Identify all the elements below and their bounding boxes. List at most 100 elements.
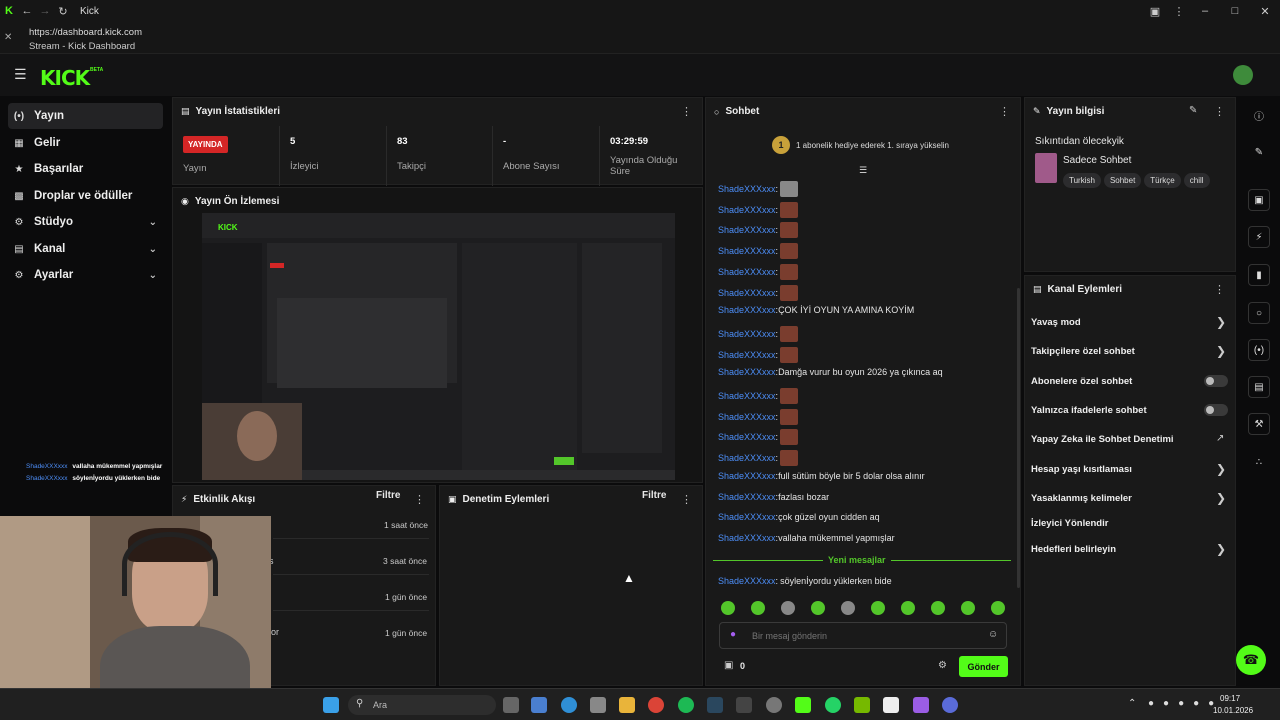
sidebar-item-droplar[interactable]: ▩ Droplar ve ödüller xyxy=(8,183,163,209)
emote-button[interactable] xyxy=(841,601,855,615)
tray-chevron-icon[interactable]: ⌃ xyxy=(1128,698,1136,709)
sidebar-item-basarilar[interactable]: ★ Başarılar xyxy=(8,156,163,182)
chat-username[interactable]: ShadeXXXxxx xyxy=(718,432,776,442)
chat-username[interactable]: ShadeXXXxxx xyxy=(718,329,776,339)
clock-date[interactable]: 10.01.2026 xyxy=(1213,706,1253,715)
activity-filter-button[interactable]: Filtre xyxy=(376,490,400,501)
chevron-right-icon[interactable]: ❯ xyxy=(1216,315,1226,329)
chat-username[interactable]: ShadeXXXxxx xyxy=(718,267,776,277)
external-link-icon[interactable]: ↗ xyxy=(1216,433,1224,444)
tag[interactable]: chill xyxy=(1183,173,1210,188)
chat-username[interactable]: ShadeXXXxxx xyxy=(718,225,776,235)
emote-button[interactable] xyxy=(721,601,735,615)
chat-username[interactable]: ShadeXXXxxx xyxy=(718,184,776,194)
emoji-picker-icon[interactable]: ☺ xyxy=(988,629,998,640)
kick-app-icon[interactable] xyxy=(795,697,811,713)
tag[interactable]: Turkish xyxy=(1063,173,1101,188)
chevron-right-icon[interactable]: ❯ xyxy=(1216,344,1226,358)
nodes-icon[interactable]: ∴ xyxy=(1248,451,1270,473)
clock-time[interactable]: 09:17 xyxy=(1220,694,1240,703)
chat-emote[interactable] xyxy=(780,243,799,260)
tag[interactable]: Türkçe xyxy=(1144,173,1181,188)
send-button[interactable]: Gönder xyxy=(959,656,1008,677)
whatsapp-icon[interactable] xyxy=(825,697,841,713)
chrome-icon[interactable] xyxy=(648,697,664,713)
microphone-icon[interactable]: ● xyxy=(730,629,736,640)
forward-icon[interactable]: → xyxy=(36,5,54,17)
taskbar-search[interactable]: ⚲ Ara xyxy=(348,695,496,715)
chat-username[interactable]: ShadeXXXxxx xyxy=(718,533,776,543)
windows-start-icon[interactable] xyxy=(323,697,339,713)
sidebar-item-kanal[interactable]: ▤ Kanal ⌄ xyxy=(8,236,163,262)
chat-bubble-icon[interactable]: ○ xyxy=(1248,302,1270,324)
document-icon[interactable]: ▮ xyxy=(1248,264,1270,286)
bolt-icon[interactable]: ⚡ xyxy=(1248,226,1270,248)
maximize-icon[interactable]: □ xyxy=(1226,5,1244,17)
chat-emote[interactable] xyxy=(780,201,799,218)
user-avatar[interactable] xyxy=(1233,65,1253,85)
obs-icon[interactable] xyxy=(942,697,958,713)
chat-username[interactable]: ShadeXXXxxx xyxy=(718,576,776,586)
edit-icon[interactable]: ✎ xyxy=(1189,105,1197,116)
chat-username[interactable]: ShadeXXXxxx xyxy=(718,391,776,401)
back-icon[interactable]: ← xyxy=(18,5,36,17)
chat-emote[interactable] xyxy=(780,325,799,342)
stream-preview-video[interactable]: KICK xyxy=(202,213,675,480)
wrench-icon[interactable]: ⚒ xyxy=(1248,413,1270,435)
chevron-right-icon[interactable]: ❯ xyxy=(1216,542,1226,556)
store-icon[interactable] xyxy=(590,697,606,713)
chat-emote[interactable] xyxy=(780,263,799,280)
chat-emote[interactable] xyxy=(780,181,799,197)
emote-button[interactable] xyxy=(961,601,975,615)
emote-button[interactable] xyxy=(991,601,1005,615)
close-window-icon[interactable]: ✕ xyxy=(1256,5,1274,18)
more-options-icon[interactable]: ⋮ xyxy=(1214,105,1225,118)
chat-username[interactable]: ShadeXXXxxx xyxy=(718,246,776,256)
task-view-icon[interactable] xyxy=(503,697,519,713)
more-options-icon[interactable]: ⋮ xyxy=(999,105,1010,118)
g-app-icon[interactable] xyxy=(883,697,899,713)
sidebar-item-gelir[interactable]: ▦ Gelir xyxy=(8,130,163,156)
sidebar-item-studyo[interactable]: ⚙ Stüdyo ⌄ xyxy=(8,209,163,235)
tag[interactable]: Sohbet xyxy=(1103,173,1142,188)
pen-icon[interactable]: ✎ xyxy=(1248,141,1270,163)
chat-emote[interactable] xyxy=(780,408,799,425)
chat-username[interactable]: ShadeXXXxxx xyxy=(718,492,776,502)
channel-action-account-age[interactable]: Hesap yaşı kısıtlaması xyxy=(1031,464,1132,475)
more-options-icon[interactable]: ⋮ xyxy=(681,493,692,506)
chat-username[interactable]: ShadeXXXxxx xyxy=(718,453,776,463)
channel-action-followers-only[interactable]: Takipçilere özel sohbet xyxy=(1031,346,1135,357)
more-options-icon[interactable]: ⋮ xyxy=(414,493,425,506)
sidebar-item-ayarlar[interactable]: ⚙ Ayarlar ⌄ xyxy=(8,262,163,288)
spotify-icon[interactable] xyxy=(678,697,694,713)
file-explorer-icon[interactable] xyxy=(619,697,635,713)
chat-input-box[interactable]: ● ☺ xyxy=(719,622,1007,649)
chat-username[interactable]: ShadeXXXxxx xyxy=(718,367,776,377)
channel-action-raid[interactable]: İzleyici Yönlendir xyxy=(1031,518,1108,529)
steam-icon[interactable] xyxy=(707,697,723,713)
chevron-right-icon[interactable]: ❯ xyxy=(1216,462,1226,476)
url-text[interactable]: https://dashboard.kick.com xyxy=(29,27,142,38)
hamburger-menu-icon[interactable]: ☰ xyxy=(14,66,27,83)
chat-emote[interactable] xyxy=(780,346,799,363)
more-icon[interactable]: ⋮ xyxy=(1170,5,1188,18)
channel-action-goals[interactable]: Hedefleri belirleyin xyxy=(1031,544,1116,555)
widgets-icon[interactable] xyxy=(531,697,547,713)
more-options-icon[interactable]: ⋮ xyxy=(681,105,692,118)
tray-icons[interactable]: ●●●●● xyxy=(1148,698,1223,709)
emote-button[interactable] xyxy=(781,601,795,615)
chat-username[interactable]: ShadeXXXxxx xyxy=(718,305,776,315)
minimize-icon[interactable]: – xyxy=(1196,5,1214,17)
emote-button[interactable] xyxy=(811,601,825,615)
reload-icon[interactable]: ↻ xyxy=(54,5,72,18)
subscribers-only-toggle[interactable] xyxy=(1204,375,1228,387)
chat-emote[interactable] xyxy=(780,450,799,467)
emote-button[interactable] xyxy=(901,601,915,615)
chat-message-input[interactable] xyxy=(752,628,972,644)
extensions-icon[interactable]: ▣ xyxy=(1146,5,1164,18)
chevron-right-icon[interactable]: ❯ xyxy=(1216,491,1226,505)
filter-icon[interactable]: ☰ xyxy=(859,165,867,176)
chat-scrollbar[interactable] xyxy=(1017,288,1020,588)
list-icon[interactable]: ▤ xyxy=(1248,376,1270,398)
emote-button[interactable] xyxy=(871,601,885,615)
